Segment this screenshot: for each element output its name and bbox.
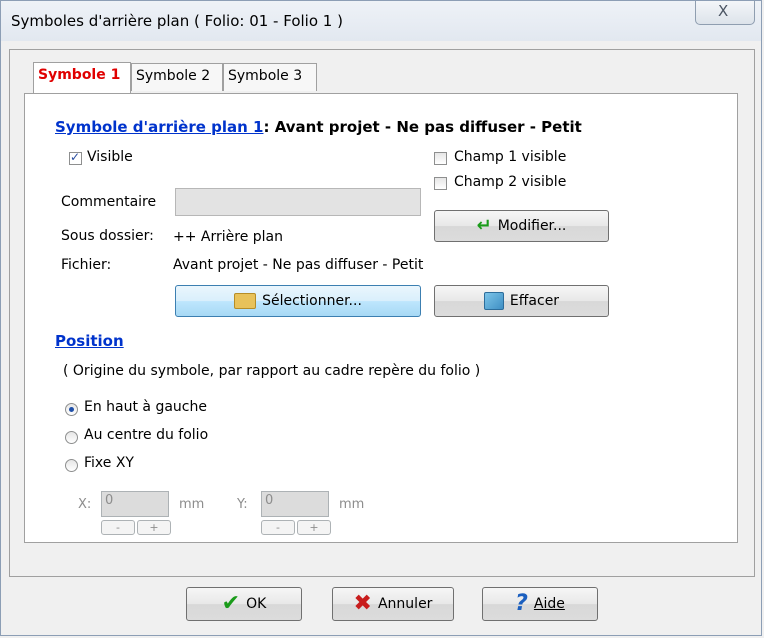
selectionner-label: Sélectionner... <box>262 293 362 309</box>
effacer-label: Effacer <box>509 293 560 309</box>
radio-fixe-xy-label: Fixe XY <box>84 455 134 471</box>
aide-label: Aide <box>533 596 565 612</box>
close-icon: X <box>718 2 729 20</box>
x-minus-button[interactable]: - <box>101 520 135 535</box>
position-description: ( Origine du symbole, par rapport au cad… <box>63 363 481 379</box>
champ2-checkbox[interactable] <box>434 177 447 190</box>
position-heading[interactable]: Position <box>55 332 124 350</box>
effacer-button[interactable]: Effacer <box>434 285 609 317</box>
modifier-button[interactable]: ↵ Modifier... <box>434 210 609 242</box>
ok-button[interactable]: ✔ OK <box>186 587 302 621</box>
x-label: X: <box>78 497 92 512</box>
radio-fixe-xy[interactable] <box>65 459 78 472</box>
tab-symbole-3[interactable]: Symbole 3 <box>223 63 317 91</box>
champ1-checkbox[interactable] <box>434 152 447 165</box>
y-label: Y: <box>237 497 248 512</box>
help-question-icon: ? <box>515 591 528 616</box>
close-button[interactable]: X <box>695 1 755 25</box>
checkmark-icon: ✔ <box>221 591 241 616</box>
y-minus-button[interactable]: - <box>261 520 295 535</box>
radio-en-haut-a-gauche[interactable] <box>65 403 78 416</box>
commentaire-label: Commentaire <box>61 194 157 210</box>
x-input[interactable]: 0 <box>101 491 169 517</box>
tab-symbole-2[interactable]: Symbole 2 <box>131 63 223 91</box>
title-bar[interactable]: Symboles d'arrière plan ( Folio: 01 - Fo… <box>1 1 761 41</box>
ok-label: OK <box>246 596 267 612</box>
sous-dossier-value: ++ Arrière plan <box>173 229 283 245</box>
y-input[interactable]: 0 <box>261 491 329 517</box>
visible-label: Visible <box>87 149 133 165</box>
radio-au-centre-label: Au centre du folio <box>84 427 209 443</box>
y-plus-button[interactable]: + <box>297 520 331 535</box>
annuler-label: Annuler <box>377 596 433 612</box>
radio-au-centre[interactable] <box>65 431 78 444</box>
radio-en-haut-a-gauche-label: En haut à gauche <box>84 399 207 415</box>
eraser-icon <box>483 292 504 310</box>
symbol-heading: Symbole d'arrière plan 1: Avant projet -… <box>55 118 582 136</box>
sous-dossier-label: Sous dossier: <box>61 228 154 244</box>
aide-button[interactable]: ? Aide <box>482 587 598 621</box>
champ2-label: Champ 2 visible <box>454 174 567 190</box>
modifier-label: Modifier... <box>497 218 567 234</box>
tab-symbole-1[interactable]: Symbole 1 <box>33 62 131 93</box>
visible-checkbox[interactable] <box>69 150 82 165</box>
symbol-heading-name: : Avant projet - Ne pas diffuser - Petit <box>263 118 582 136</box>
folder-icon <box>234 293 257 309</box>
commentaire-field[interactable] <box>175 188 421 216</box>
x-unit: mm <box>179 497 205 512</box>
window-title: Symboles d'arrière plan ( Folio: 01 - Fo… <box>11 12 343 30</box>
fichier-label: Fichier: <box>61 257 112 273</box>
champ1-label: Champ 1 visible <box>454 149 567 165</box>
cancel-x-icon: ✖ <box>353 591 372 616</box>
dialog-window: Symboles d'arrière plan ( Folio: 01 - Fo… <box>0 0 762 636</box>
annuler-button[interactable]: ✖ Annuler <box>332 587 454 621</box>
enter-arrow-icon: ↵ <box>476 215 492 236</box>
x-plus-button[interactable]: + <box>137 520 171 535</box>
symbol-heading-link[interactable]: Symbole d'arrière plan 1 <box>55 118 263 136</box>
selectionner-button[interactable]: Sélectionner... <box>175 285 421 317</box>
y-unit: mm <box>339 497 365 512</box>
fichier-value: Avant projet - Ne pas diffuser - Petit <box>173 257 424 273</box>
